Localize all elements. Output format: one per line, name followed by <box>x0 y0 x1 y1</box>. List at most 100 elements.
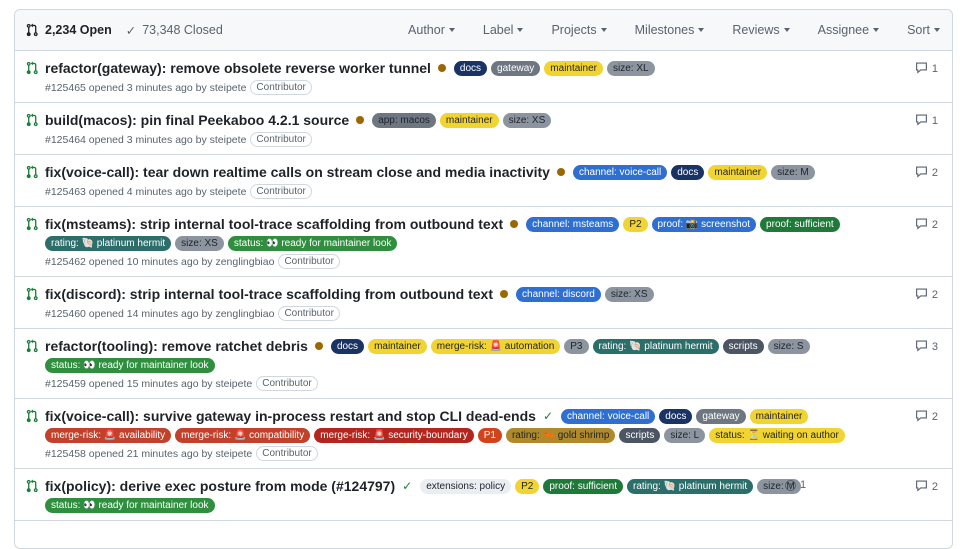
pull-request-title[interactable]: fix(policy): derive exec posture from mo… <box>45 477 395 495</box>
pull-request-title[interactable]: fix(msteams): strip internal tool-trace … <box>45 215 503 233</box>
pending-status-icon[interactable] <box>500 290 509 298</box>
label-filter[interactable]: Label <box>483 23 524 37</box>
comment-count[interactable]: 2 <box>915 409 938 425</box>
label-badge[interactable]: app: macos <box>372 112 436 128</box>
label-badge[interactable]: P2 <box>515 478 540 494</box>
label-badge[interactable]: P2 <box>623 216 648 232</box>
milestones-filter[interactable]: Milestones <box>635 23 705 37</box>
comment-count[interactable]: 2 <box>915 165 938 181</box>
label-badge[interactable]: merge-risk: 🚨 availability <box>45 428 172 443</box>
pull-request-open-icon <box>25 409 39 423</box>
pull-request-row[interactable]: fix(voice-call): survive gateway in-proc… <box>15 399 952 469</box>
label-badge[interactable]: size: XS <box>502 112 552 128</box>
label-badge[interactable]: extensions: policy <box>420 478 512 494</box>
label-badge[interactable]: channel: msteams <box>526 216 620 232</box>
label-badge[interactable]: docs <box>671 164 705 180</box>
pull-request-title[interactable]: build(macos): pin final Peekaboo 4.2.1 s… <box>45 111 349 129</box>
pending-status-icon[interactable] <box>556 168 565 176</box>
pull-request-open-icon <box>25 479 39 493</box>
assignee-filter[interactable]: Assignee <box>818 23 880 37</box>
comment-count[interactable]: 1 <box>915 61 938 77</box>
pull-request-row[interactable]: refactor(gateway): remove obsolete rever… <box>15 51 952 103</box>
chevron-down-icon <box>448 28 455 32</box>
label-badge[interactable]: proof: 📸 screenshot <box>651 216 757 232</box>
label-badge[interactable]: maintainer <box>544 60 603 76</box>
label-badge[interactable]: P3 <box>564 338 589 354</box>
comment-count[interactable]: 3 <box>915 339 938 355</box>
label-badge[interactable]: channel: voice-call <box>572 164 668 180</box>
check-success-icon[interactable]: ✓ <box>543 407 553 425</box>
chevron-down-icon <box>698 28 705 32</box>
label-badge[interactable]: gateway <box>491 60 541 76</box>
label-badge[interactable]: rating: 🐚 platinum hermit <box>627 478 754 494</box>
label-badge[interactable]: status: 👀 ready for maintainer look <box>227 236 398 251</box>
label-badge[interactable]: size: M <box>771 164 815 180</box>
label-badge[interactable]: docs <box>453 60 488 76</box>
label-badge[interactable]: rating: 🐚 platinum hermit <box>45 236 172 251</box>
label-badge[interactable]: channel: discord <box>516 286 601 302</box>
pull-request-title[interactable]: fix(voice-call): survive gateway in-proc… <box>45 407 536 425</box>
pull-request-title[interactable]: fix(voice-call): tear down realtime call… <box>45 163 550 181</box>
pull-request-row[interactable]: fix(discord): strip internal tool-trace … <box>15 277 952 329</box>
pending-status-icon[interactable] <box>510 220 519 228</box>
author-association-badge: Contributor <box>250 80 312 95</box>
check-icon: ✓ <box>125 23 137 38</box>
label-badge[interactable]: docs <box>330 338 365 354</box>
reviews-filter[interactable]: Reviews <box>732 23 790 37</box>
pull-request-title[interactable]: refactor(gateway): remove obsolete rever… <box>45 59 431 77</box>
comment-count[interactable]: 2 <box>915 479 938 495</box>
label-badge[interactable]: maintainer <box>439 112 499 128</box>
label-badge[interactable]: scripts <box>619 428 661 443</box>
comment-icon <box>915 217 928 233</box>
pull-request-row[interactable]: build(macos): pin final Peekaboo 4.2.1 s… <box>15 103 952 155</box>
label-badge[interactable]: rating: 🦐 gold shrimp <box>505 428 616 443</box>
label-badge[interactable]: channel: voice-call <box>561 408 656 424</box>
label-badge[interactable]: P1 <box>477 428 502 443</box>
label-badge[interactable]: size: XS <box>604 286 654 302</box>
comment-icon <box>915 479 928 495</box>
pending-status-icon[interactable] <box>314 342 323 350</box>
label-badge[interactable]: merge-risk: 🚨 automation <box>430 338 561 354</box>
label-badge[interactable]: scripts <box>722 338 764 354</box>
open-filter[interactable]: 2,234 Open <box>25 23 112 37</box>
label-badge[interactable]: docs <box>659 408 693 424</box>
pull-request-row[interactable]: fix(msteams): strip internal tool-trace … <box>15 207 952 277</box>
comment-count[interactable]: 1 <box>915 113 938 129</box>
pull-request-title[interactable]: fix(discord): strip internal tool-trace … <box>45 285 493 303</box>
label-badge[interactable]: rating: 🐚 platinum hermit <box>592 338 719 354</box>
pull-request-row[interactable]: fix(voice-call): tear down realtime call… <box>15 155 952 207</box>
pull-request-open-icon <box>25 217 39 231</box>
label-badge[interactable]: gateway <box>696 408 746 424</box>
label-badge[interactable]: status: 👀 ready for maintainer look <box>45 498 215 513</box>
label-badge[interactable]: status: ⏳ waiting on author <box>709 428 845 443</box>
pull-request-meta: #125463 opened 4 minutes ago by steipete… <box>45 184 872 199</box>
label-badge[interactable]: size: XS <box>175 236 224 251</box>
label-badge[interactable]: maintainer <box>708 164 768 180</box>
pull-request-title[interactable]: refactor(tooling): remove ratchet debris <box>45 337 308 355</box>
sort-filter[interactable]: Sort <box>907 23 940 37</box>
label-badge[interactable]: size: L <box>664 428 706 443</box>
comment-count[interactable]: 2 <box>915 287 938 303</box>
closed-filter[interactable]: ✓ 73,348 Closed <box>126 23 223 38</box>
pull-request-meta: #125459 opened 15 minutes ago by steipet… <box>45 376 872 391</box>
pull-request-row[interactable]: refactor(tooling): remove ratchet debris… <box>15 329 952 399</box>
label-badge[interactable]: proof: sufficient <box>760 216 840 232</box>
comment-count[interactable]: 2 <box>915 217 938 233</box>
pull-request-row[interactable]: fix(policy): derive exec posture from mo… <box>15 469 952 521</box>
author-filter[interactable]: Author <box>408 23 455 37</box>
label-badge[interactable]: merge-risk: 🚨 security-boundary <box>314 428 474 443</box>
label-badge[interactable]: maintainer <box>368 338 427 354</box>
pull-request-meta: #125465 opened 3 minutes ago by steipete… <box>45 80 872 95</box>
comment-icon <box>915 339 928 355</box>
projects-filter[interactable]: Projects <box>551 23 607 37</box>
pending-status-icon[interactable] <box>437 64 446 72</box>
label-badge[interactable]: maintainer <box>749 408 809 424</box>
label-badge[interactable]: size: XL <box>607 60 655 76</box>
pending-status-icon[interactable] <box>356 116 365 124</box>
label-badge[interactable]: proof: sufficient <box>543 478 623 494</box>
linked-issues[interactable]: 1 <box>785 479 806 491</box>
label-badge[interactable]: status: 👀 ready for maintainer look <box>45 358 215 373</box>
label-badge[interactable]: merge-risk: 🚨 compatibility <box>175 428 311 443</box>
label-badge[interactable]: size: S <box>767 338 810 354</box>
check-success-icon[interactable]: ✓ <box>402 477 412 495</box>
